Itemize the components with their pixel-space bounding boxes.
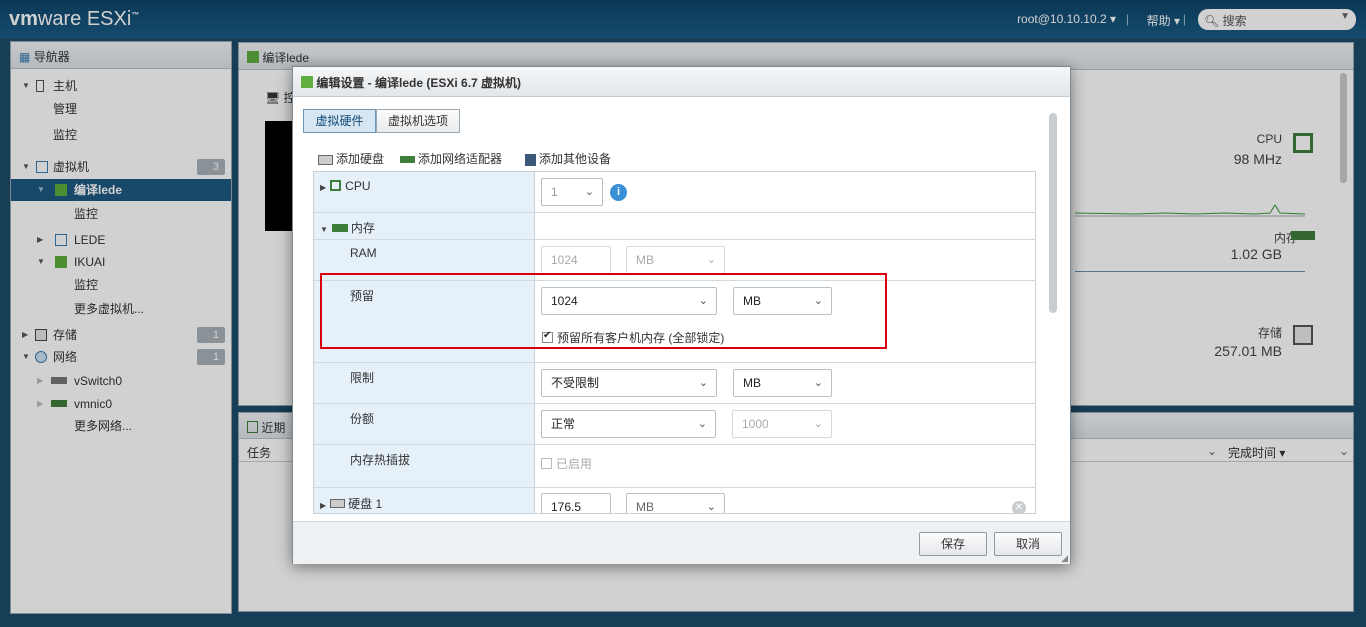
memory-row: ▼ 内存 [314,213,1035,240]
ram-unit-value: MB [636,253,654,267]
cpu-row: ▶ CPU 1 ⌄ i [314,172,1035,213]
resize-handle-icon[interactable]: ◢ [1061,553,1068,564]
hard-disk-row-label[interactable]: ▶ 硬盘 1 [320,495,382,512]
chevron-down-icon: ⌄ [698,377,708,389]
memory-row-label[interactable]: ▼ 内存 [320,219,375,236]
cpu-count-select[interactable]: 1 ⌄ [541,178,603,206]
shares-label: 份额 [350,412,375,426]
ram-label: RAM [350,246,377,260]
disk-unit-value: MB [636,500,654,514]
add-other-label: 添加其他设备 [539,152,612,166]
cpu-count-value: 1 [551,185,558,199]
checkbox-unchecked-icon [541,458,552,469]
chevron-down-icon: ⌄ [813,418,823,430]
memory-label: 内存 [350,221,375,235]
disk-icon [330,499,346,508]
cpu-row-label[interactable]: ▶ CPU [320,179,371,193]
tab-vm-options[interactable]: 虚拟机选项 [376,109,460,133]
add-disk-label: 添加硬盘 [336,152,385,166]
expand-icon[interactable]: ▼ [320,225,328,234]
add-other-device-button[interactable]: 添加其他设备 [525,150,611,167]
nic-icon [400,156,415,164]
expand-icon[interactable]: ▶ [320,183,326,192]
cpu-label: CPU [345,179,371,193]
highlight-box [320,273,887,349]
chevron-down-icon: ⌄ [706,254,716,266]
add-nic-label: 添加网络适配器 [418,152,503,166]
limit-select[interactable]: 不受限制 ⌄ [541,369,717,397]
ram-unit-select[interactable]: MB ⌄ [626,246,725,274]
chevron-down-icon: ⌄ [697,418,707,430]
add-disk-button[interactable]: 添加硬盘 [318,150,384,167]
memory-hotplug-label: 内存热插拔 [350,453,411,467]
limit-label: 限制 [350,371,375,385]
dialog-title: 编辑设置 - 编译lede (ESXi 6.7 虚拟机) [316,76,522,90]
expand-icon[interactable]: ▶ [320,501,326,510]
shares-number-select[interactable]: 1000 ⌄ [732,410,832,438]
dialog-footer: 保存 取消 ◢ [293,521,1070,564]
limit-unit-value: MB [743,376,761,390]
tab-virtual-hardware[interactable]: 虚拟硬件 [303,109,376,133]
ram-input[interactable]: 1024 [541,246,611,274]
add-network-adapter-button[interactable]: 添加网络适配器 [400,150,502,167]
memory-icon [331,224,348,232]
shares-number-value: 1000 [742,417,769,431]
remove-icon[interactable]: ✕ [1012,501,1026,513]
hard-disk-label: 硬盘 1 [348,497,383,511]
chevron-down-icon: ⌄ [706,501,716,513]
dialog-title-bar: 编辑设置 - 编译lede (ESXi 6.7 虚拟机) [293,67,1070,97]
dialog-scrollbar[interactable] [1049,113,1057,313]
memory-hotplug-checkbox[interactable]: 已启用 [541,455,592,472]
shares-value: 正常 [551,417,576,431]
shares-select[interactable]: 正常 ⌄ [541,410,716,438]
disk-icon [318,154,333,165]
save-button[interactable]: 保存 [919,532,987,556]
limit-unit-select[interactable]: MB ⌄ [733,369,832,397]
cancel-button[interactable]: 取消 [994,532,1062,556]
vm-running-icon [301,76,313,88]
ram-value: 1024 [551,253,578,267]
shares-row: 份额 正常 ⌄ 1000 ⌄ [314,404,1035,445]
chevron-down-icon: ⌄ [584,186,594,198]
hotplug-option-label: 已启用 [556,457,593,471]
memory-hotplug-row: 内存热插拔 已启用 [314,445,1035,488]
disk-size-value: 176.5 [551,500,582,514]
disk-size-input[interactable]: 176.5 [541,493,611,514]
disk-unit-select[interactable]: MB ⌄ [626,493,725,514]
limit-value: 不受限制 [551,376,600,390]
info-icon[interactable]: i [610,184,627,201]
limit-row: 限制 不受限制 ⌄ MB ⌄ [314,363,1035,404]
chevron-down-icon: ⌄ [813,377,823,389]
cpu-icon [330,180,342,191]
hard-disk-row: ▶ 硬盘 1 176.5 MB ⌄ ✕ [314,488,1035,514]
device-icon [525,153,536,166]
